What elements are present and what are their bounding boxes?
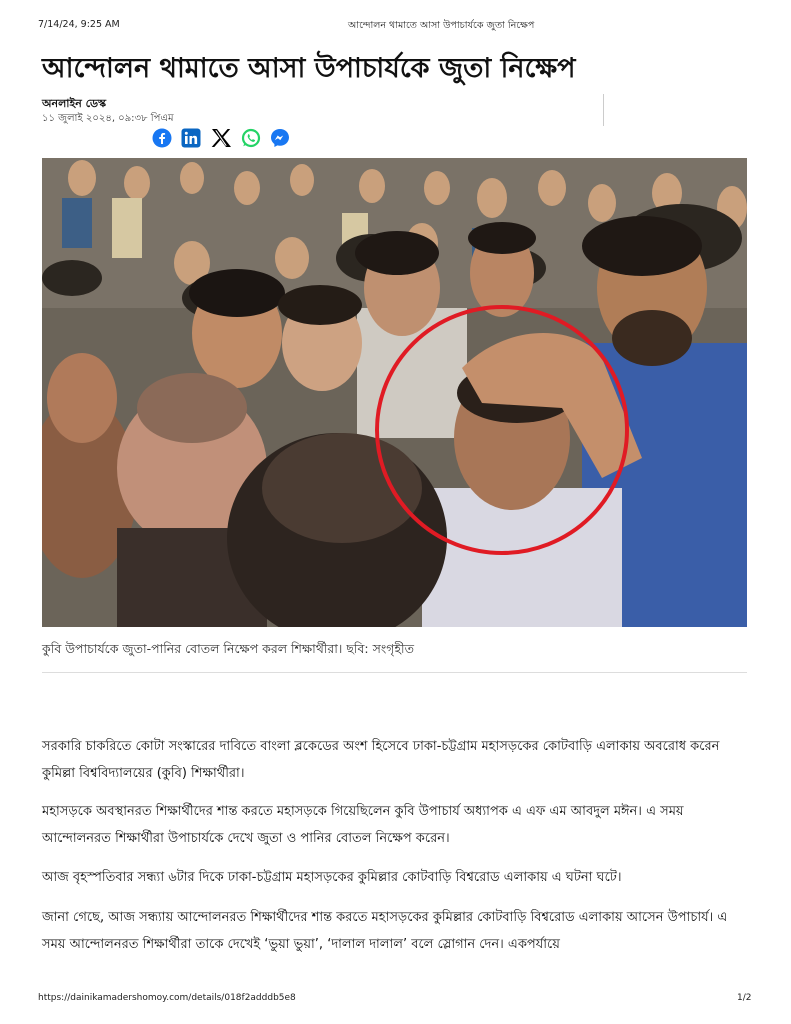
article-paragraph: জানা গেছে, আজ সন্ধ্যায় আন্দোলনরত শিক্ষা… [42, 910, 728, 952]
print-footer-page-number: 1/2 [737, 993, 752, 1003]
whatsapp-icon[interactable] [241, 128, 261, 152]
article-headline: আন্দোলন থামাতে আসা উপাচার্যকে জুতা নিক্ষ… [42, 53, 576, 84]
print-header-datetime: 7/14/24, 9:25 AM [38, 19, 120, 30]
article-published-date: ১১ জুলাই ২০২৪, ০৯:৩৮ পিএম [42, 113, 174, 124]
linkedin-icon[interactable] [181, 128, 201, 152]
facebook-icon[interactable] [152, 128, 172, 152]
x-icon[interactable] [210, 128, 232, 152]
article-photo [42, 158, 747, 627]
caption-divider [42, 672, 747, 673]
article-paragraph: আজ বৃহস্পতিবার সন্ধ্যা ৬টার দিকে ঢাকা-চট… [42, 870, 622, 885]
image-caption: কুবি উপাচার্যকে জুতা-পানির বোতল নিক্ষেপ … [42, 641, 414, 656]
messenger-icon[interactable] [270, 128, 290, 152]
print-header-title: আন্দোলন থামাতে আসা উপাচার্যকে জুতা নিক্ষ… [348, 20, 535, 31]
byline-divider [603, 94, 604, 126]
print-footer-url: https://dainikamadershomoy.com/details/0… [38, 993, 296, 1003]
article-paragraph: মহাসড়কে অবস্থানরত শিক্ষার্থীদের শান্ত ক… [42, 804, 684, 846]
article-paragraph: সরকারি চাকরিতে কোটা সংস্কারের দাবিতে বাং… [42, 739, 720, 781]
share-bar [152, 128, 290, 152]
